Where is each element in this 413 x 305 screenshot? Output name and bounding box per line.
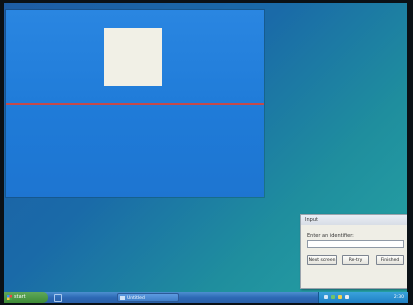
red-horizontal-line — [6, 103, 264, 105]
fullscreen-stimulus-window — [6, 10, 264, 197]
dialog-prompt-label: Enter an identifier: — [307, 233, 354, 239]
desktop: Input Enter an identifier: Next screen R… — [4, 3, 407, 303]
clock: 2:30 — [393, 295, 404, 300]
window-icon — [120, 296, 125, 300]
dialog-title: Input — [301, 215, 407, 225]
start-button[interactable]: start — [4, 292, 48, 303]
task-label: Untitled — [127, 296, 145, 301]
security-icon[interactable] — [331, 295, 335, 299]
taskbar-window-button[interactable]: Untitled — [117, 293, 179, 302]
network-icon[interactable] — [324, 295, 328, 299]
taskbar: start Untitled 2:30 — [4, 292, 408, 303]
system-tray: 2:30 — [318, 292, 408, 303]
next-screen-button[interactable]: Next screen — [307, 255, 337, 265]
tray-app-icon[interactable] — [345, 295, 349, 299]
start-label: start — [14, 294, 26, 300]
white-target-square — [104, 28, 162, 86]
volume-icon[interactable] — [338, 295, 342, 299]
finished-button[interactable]: Finished — [376, 255, 404, 265]
identifier-input[interactable] — [307, 240, 404, 248]
windows-flag-icon — [7, 295, 12, 300]
show-desktop-icon[interactable] — [54, 294, 62, 302]
retry-button[interactable]: Re-try — [342, 255, 369, 265]
input-dialog: Input Enter an identifier: Next screen R… — [300, 214, 407, 289]
